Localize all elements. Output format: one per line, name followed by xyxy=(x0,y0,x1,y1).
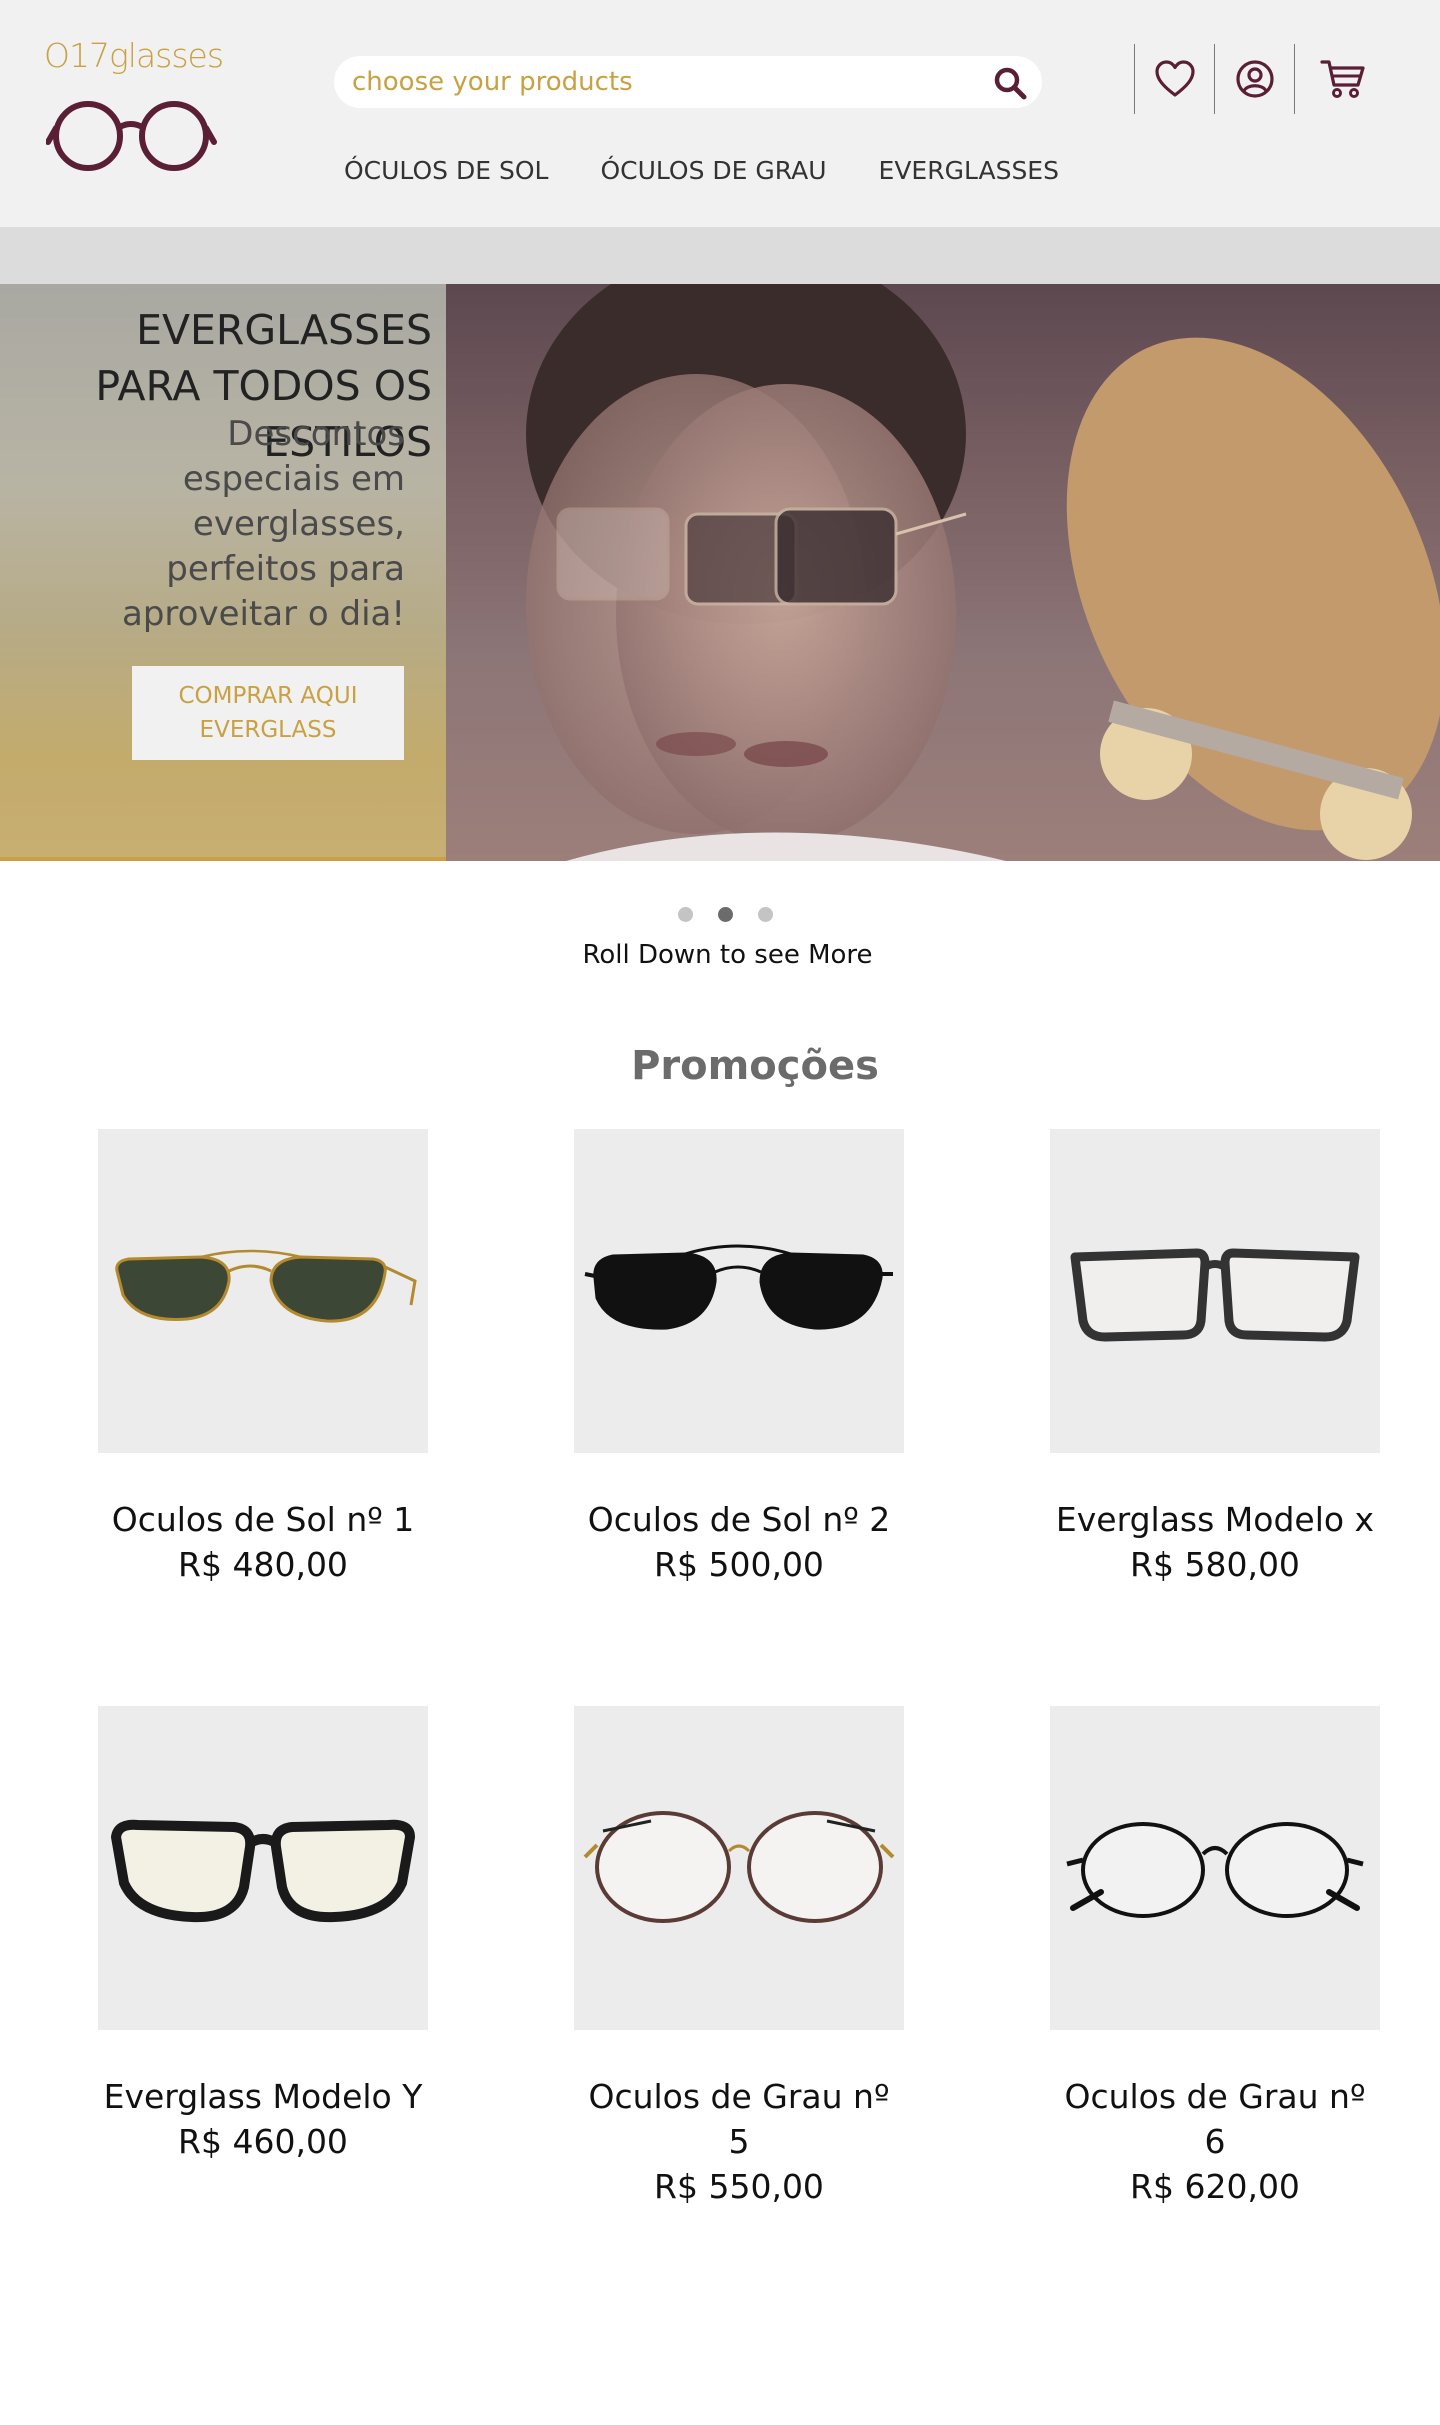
product-name: Everglass Modelo x xyxy=(1055,1500,1375,1539)
nav-item-everglasses[interactable]: EVERGLASSES xyxy=(879,156,1059,185)
product-card[interactable]: Everglass Modelo Y R$ 460,00 xyxy=(98,1706,428,2164)
header-actions xyxy=(1134,44,1390,114)
search-bar xyxy=(334,56,1042,108)
product-card[interactable]: Oculos de Sol nº 1 R$ 480,00 xyxy=(98,1129,428,1587)
user-icon xyxy=(1235,60,1274,98)
product-card[interactable]: Oculos de Grau nº 6 R$ 620,00 xyxy=(1050,1706,1380,2209)
glasses-logo-icon xyxy=(46,101,217,171)
aviator-sunglasses-icon xyxy=(115,1249,417,1323)
site-header: O17glasses ÓCULOS DE SOL ÓCULOS DE GRAU … xyxy=(0,0,1440,227)
carousel-dot-1[interactable] xyxy=(678,907,693,922)
logo[interactable]: O17glasses xyxy=(44,36,224,186)
product-price: R$ 620,00 xyxy=(1130,2167,1300,2206)
main-nav: ÓCULOS DE SOL ÓCULOS DE GRAU EVERGLASSES xyxy=(344,156,1111,185)
heart-icon xyxy=(1154,60,1195,97)
product-card[interactable]: Everglass Modelo x R$ 580,00 xyxy=(1050,1129,1380,1587)
hero-image xyxy=(446,284,1440,861)
product-price: R$ 460,00 xyxy=(178,2122,348,2161)
round-glasses-icon xyxy=(1066,1822,1364,1918)
account-button[interactable] xyxy=(1214,44,1294,114)
carousel-dots xyxy=(678,907,798,922)
carousel-dot-2[interactable] xyxy=(718,907,733,922)
logo-text: O17glasses xyxy=(44,36,224,75)
product-image[interactable] xyxy=(574,1129,904,1453)
product-name: Oculos de Grau nº 6 xyxy=(1064,2077,1366,2161)
product-card[interactable]: Oculos de Sol nº 2 R$ 500,00 xyxy=(574,1129,904,1587)
woman-with-glasses-illustration xyxy=(526,284,1440,861)
nav-item-oculos-de-sol[interactable]: ÓCULOS DE SOL xyxy=(344,156,548,185)
search-input[interactable] xyxy=(352,56,952,108)
aviator-sunglasses-icon xyxy=(584,1244,893,1330)
product-price: R$ 480,00 xyxy=(178,1545,348,1584)
product-name: Oculos de Grau nº 5 xyxy=(588,2077,890,2161)
product-image[interactable] xyxy=(1050,1706,1380,2030)
product-name: Oculos de Sol nº 1 xyxy=(111,1500,415,1539)
header-divider-strip xyxy=(0,227,1440,284)
square-glasses-icon xyxy=(1070,1248,1360,1342)
hero-subtitle: Descontos especiais em everglasses, perf… xyxy=(122,414,405,634)
product-price: R$ 550,00 xyxy=(654,2167,824,2206)
scroll-hint: Roll Down to see More xyxy=(582,940,873,970)
hero-banner: EVERGLASSES PARA TODOS OS ESTILOS Descon… xyxy=(0,284,1440,861)
cart-icon xyxy=(1319,60,1365,98)
product-card[interactable]: Oculos de Grau nº 5 R$ 550,00 xyxy=(574,1706,904,2209)
nav-item-oculos-de-grau[interactable]: ÓCULOS DE GRAU xyxy=(600,156,826,185)
hero-accent-line xyxy=(0,857,446,861)
sport-glasses-icon xyxy=(111,1819,415,1923)
product-image[interactable] xyxy=(98,1706,428,2030)
product-name: Everglass Modelo Y xyxy=(103,2077,423,2116)
promotions-title: Promoções xyxy=(631,1043,879,1089)
search-icon[interactable] xyxy=(992,65,1028,101)
product-image[interactable] xyxy=(98,1129,428,1453)
shop-everglass-button[interactable]: COMPRAR AQUI EVERGLASS xyxy=(132,666,404,760)
product-price: R$ 580,00 xyxy=(1130,1545,1300,1584)
product-name: Oculos de Sol nº 2 xyxy=(587,1500,891,1539)
wishlist-button[interactable] xyxy=(1134,44,1214,114)
round-glasses-icon xyxy=(583,1811,895,1923)
product-price: R$ 500,00 xyxy=(654,1545,824,1584)
product-image[interactable] xyxy=(1050,1129,1380,1453)
carousel-dot-3[interactable] xyxy=(758,907,773,922)
product-image[interactable] xyxy=(574,1706,904,2030)
cart-button[interactable] xyxy=(1294,44,1390,114)
